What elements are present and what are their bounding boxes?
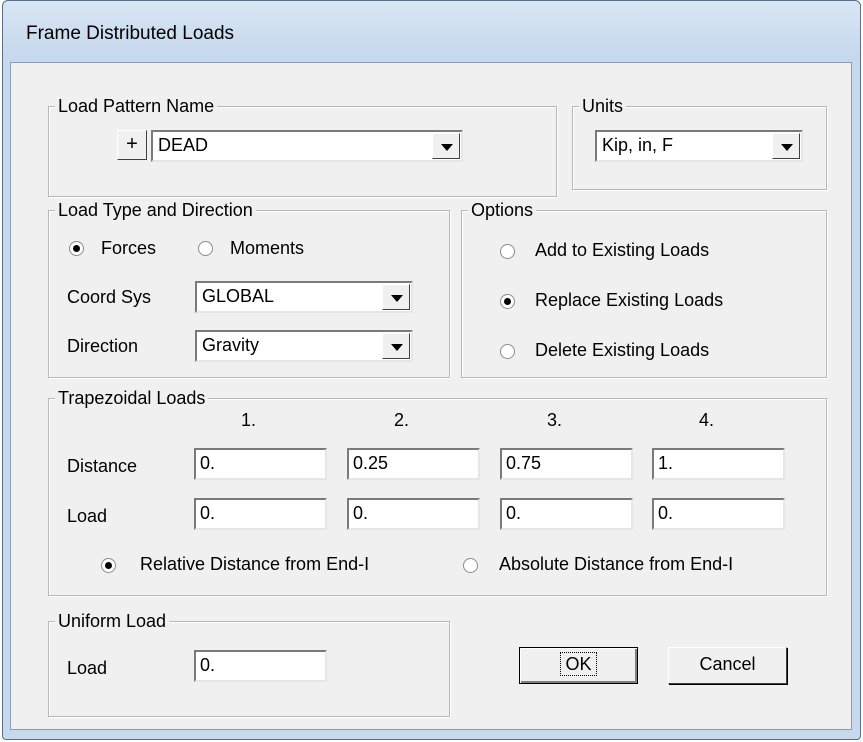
options-group: Options Add to Existing Loads Replace Ex…: [461, 199, 827, 378]
uniform-load-legend: Uniform Load: [55, 610, 170, 632]
trapezoidal-group: Trapezoidal Loads 1. 2. 3. 4. Distance 0…: [48, 387, 827, 596]
units-select[interactable]: Kip, in, F: [595, 130, 803, 162]
absolute-distance-label[interactable]: Absolute Distance from End-I: [499, 554, 733, 575]
column-header-2: 2.: [394, 410, 410, 430]
add-existing-label[interactable]: Add to Existing Loads: [535, 240, 709, 261]
coord-sys-value: GLOBAL: [202, 286, 275, 306]
uniform-load-group: Uniform Load Load 0.: [48, 610, 450, 717]
column-header-1: 1.: [241, 410, 257, 430]
add-load-pattern-button[interactable]: +: [117, 130, 147, 160]
moments-radio[interactable]: [198, 241, 213, 256]
chevron-down-icon[interactable]: [772, 133, 800, 159]
load-label: Load: [67, 506, 108, 526]
forces-label[interactable]: Forces: [101, 238, 156, 259]
dialog-body: Load Pattern Name + DEAD Units Kip, in, …: [10, 62, 852, 730]
distance-input-2[interactable]: 0.25: [347, 448, 480, 480]
chevron-down-icon[interactable]: [382, 333, 410, 359]
coord-sys-select[interactable]: GLOBAL: [195, 281, 413, 313]
ok-button-label: OK: [560, 652, 597, 676]
load-pattern-group: Load Pattern Name + DEAD: [48, 95, 557, 197]
distance-input-3[interactable]: 0.75: [500, 448, 633, 480]
relative-distance-radio[interactable]: [101, 558, 116, 573]
load-input-2[interactable]: 0.: [347, 498, 480, 530]
direction-label: Direction: [67, 336, 139, 356]
chevron-down-icon[interactable]: [382, 284, 410, 310]
forces-radio[interactable]: [69, 241, 84, 256]
column-header-4: 4.: [699, 410, 715, 430]
ok-button[interactable]: OK: [519, 647, 638, 684]
distance-input-1[interactable]: 0.: [194, 448, 327, 480]
absolute-distance-radio[interactable]: [463, 558, 478, 573]
moments-label[interactable]: Moments: [230, 238, 304, 259]
window-title: Frame Distributed Loads: [26, 23, 235, 44]
load-type-legend: Load Type and Direction: [55, 199, 256, 221]
direction-value: Gravity: [202, 335, 260, 355]
add-existing-radio[interactable]: [500, 244, 515, 259]
dialog-window: Frame Distributed Loads Load Pattern Nam…: [2, 0, 861, 740]
options-legend: Options: [468, 199, 537, 221]
load-type-group: Load Type and Direction Forces Moments C…: [48, 199, 450, 378]
load-input-1[interactable]: 0.: [194, 498, 327, 530]
load-pattern-legend: Load Pattern Name: [55, 95, 218, 117]
units-legend: Units: [579, 95, 627, 117]
uniform-load-label: Load: [67, 658, 108, 678]
load-input-4[interactable]: 0.: [652, 498, 785, 530]
load-input-3[interactable]: 0.: [500, 498, 633, 530]
column-header-3: 3.: [547, 410, 563, 430]
load-pattern-value: DEAD: [158, 135, 209, 155]
units-group: Units Kip, in, F: [572, 95, 827, 190]
distance-label: Distance: [67, 456, 138, 476]
relative-distance-label[interactable]: Relative Distance from End-I: [140, 554, 369, 575]
coord-sys-label: Coord Sys: [67, 287, 152, 307]
load-pattern-select[interactable]: DEAD: [151, 130, 463, 162]
units-value: Kip, in, F: [602, 135, 674, 155]
distance-input-4[interactable]: 1.: [652, 448, 785, 480]
chevron-down-icon[interactable]: [432, 133, 460, 159]
trapezoidal-legend: Trapezoidal Loads: [55, 387, 209, 409]
replace-existing-radio[interactable]: [500, 294, 515, 309]
direction-select[interactable]: Gravity: [195, 330, 413, 362]
uniform-load-input[interactable]: 0.: [194, 650, 327, 682]
delete-existing-radio[interactable]: [500, 344, 515, 359]
title-bar[interactable]: Frame Distributed Loads: [3, 1, 860, 61]
cancel-button[interactable]: Cancel: [668, 647, 787, 684]
delete-existing-label[interactable]: Delete Existing Loads: [535, 340, 709, 361]
replace-existing-label[interactable]: Replace Existing Loads: [535, 290, 723, 311]
